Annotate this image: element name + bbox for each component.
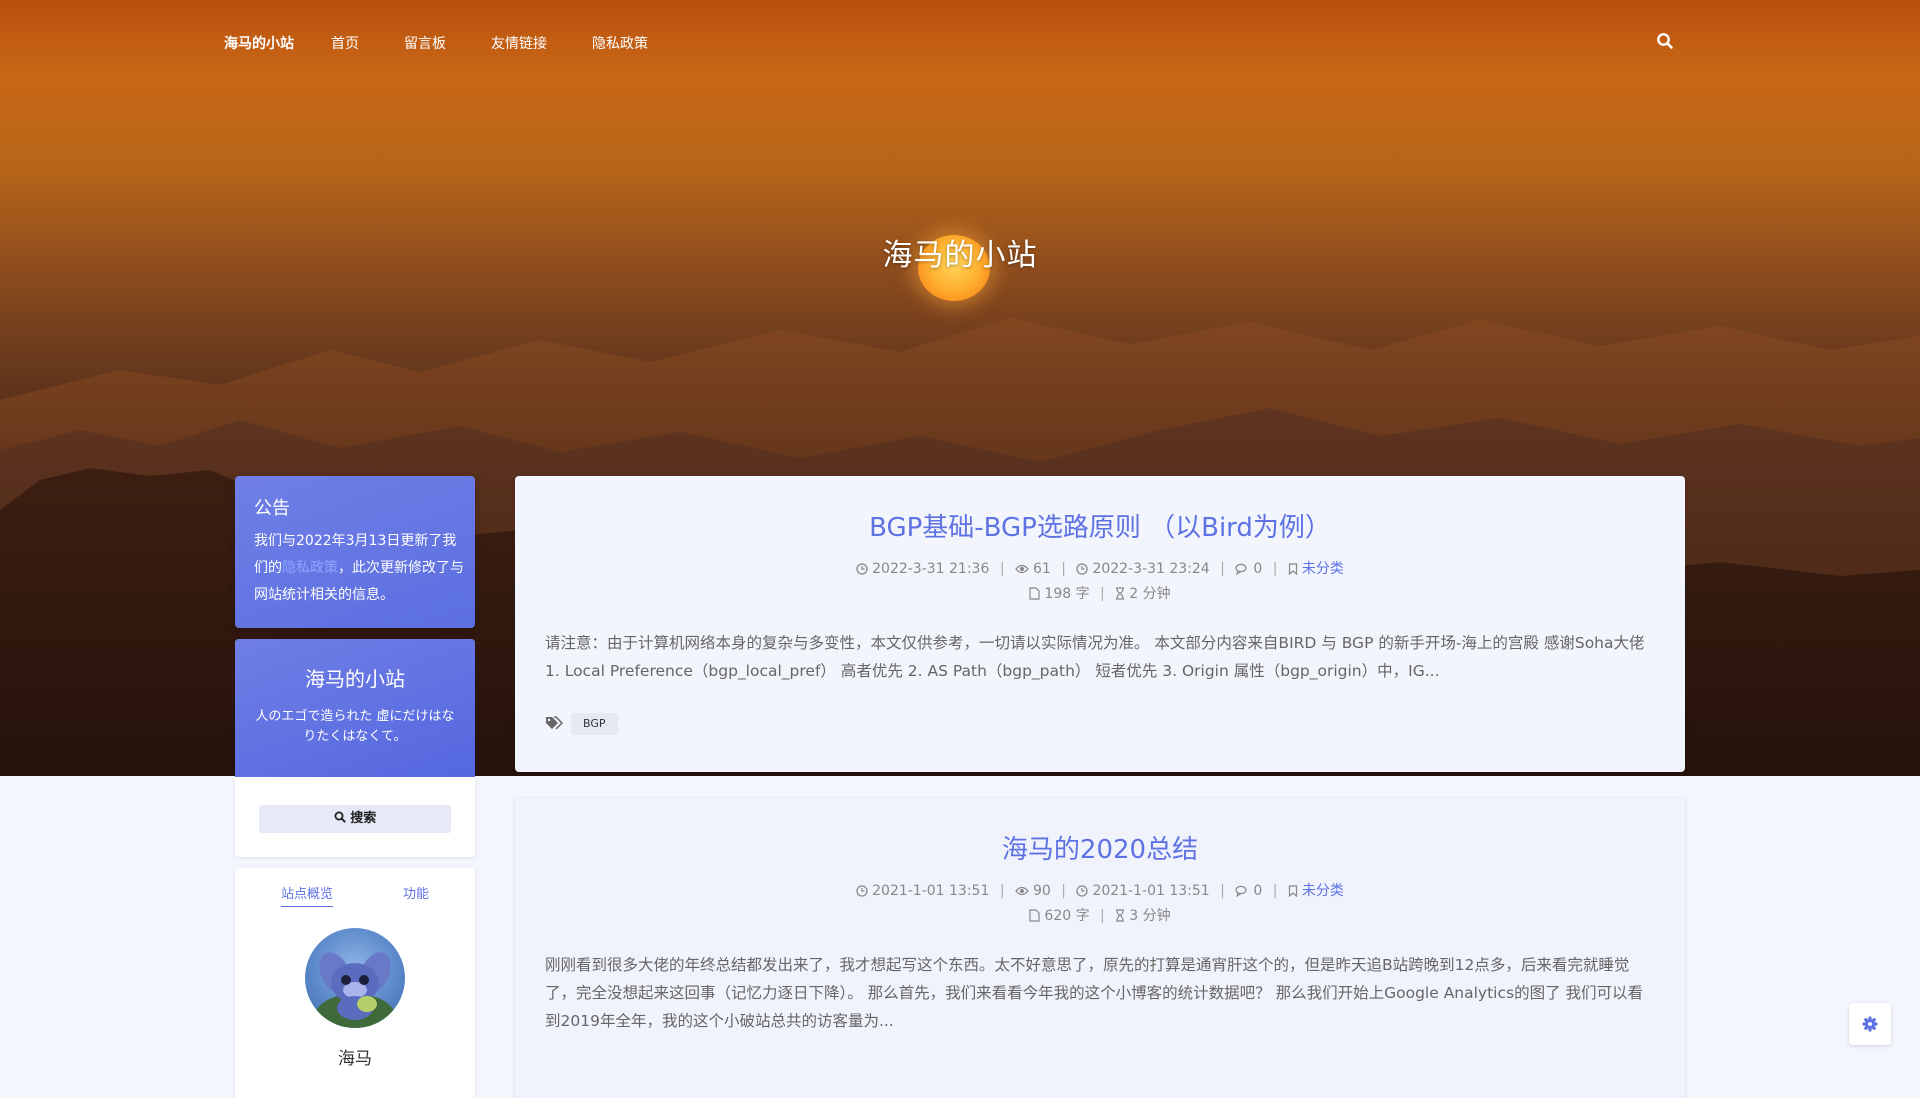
clock-icon [1076, 885, 1089, 897]
post-excerpt: 请注意：由于计算机网络本身的复杂与多变性，本文仅供参考，一切请以实际情况为准。 … [545, 634, 1645, 680]
nav-brand[interactable]: 海马的小站 [224, 33, 294, 53]
comment-icon [1235, 885, 1247, 898]
sidebar-search-button[interactable]: 搜索 [259, 805, 451, 833]
post-meta-line1: 2021-1-01 13:51 | 90 | 2021-1-01 13:51 |… [515, 880, 1685, 900]
post-card: BGP基础-BGP选路原则 （以Bird为例） 2022-3-31 21:36 … [515, 476, 1685, 772]
site-motto: 人のエゴで造られた 虚にだけはなりたくはなくて。 [255, 709, 455, 744]
top-navbar: 海马的小站 首页 留言板 友情链接 隐私政策 [0, 0, 1920, 86]
bookmark-icon [1288, 885, 1297, 898]
file-icon [1029, 587, 1041, 600]
search-icon [1657, 33, 1673, 49]
post-updated: 2022-3-31 23:24 [1092, 561, 1210, 577]
tab-features[interactable]: 功能 [403, 883, 429, 902]
post-meta-line2: 198 字 | 2 分钟 [515, 583, 1685, 603]
post-read-time: 2 分钟 [1129, 586, 1171, 602]
post-published: 2021-1-01 13:51 [872, 883, 990, 899]
post-views: 61 [1033, 561, 1051, 577]
post-word-count: 620 字 [1044, 908, 1090, 924]
privacy-policy-link[interactable]: 隐私政策 [282, 560, 338, 576]
post-meta-line2: 620 字 | 3 分钟 [515, 905, 1685, 925]
nav-search-button[interactable] [1656, 32, 1678, 54]
clock-icon [856, 885, 868, 897]
eye-icon [1015, 886, 1029, 896]
notice-card: 公告 我们与2022年3月13日更新了我们的隐私政策，此次更新修改了与网站统计相… [235, 476, 475, 628]
hourglass-icon [1116, 909, 1125, 922]
post-published: 2022-3-31 21:36 [872, 561, 990, 577]
nav-item-home[interactable]: 首页 [331, 33, 359, 53]
avatar [305, 928, 405, 1028]
settings-button[interactable] [1849, 1003, 1891, 1045]
tab-site-overview[interactable]: 站点概览 [281, 883, 334, 907]
file-icon [1029, 909, 1041, 922]
post-views: 90 [1033, 883, 1051, 899]
post-comments: 0 [1253, 561, 1263, 577]
tags-icon [546, 716, 563, 730]
eye-icon [1015, 564, 1029, 574]
post-title-link[interactable]: 海马的2020总结 [515, 829, 1685, 866]
nav-item-friend-links[interactable]: 友情链接 [491, 33, 547, 53]
search-icon [334, 811, 346, 823]
nav-item-guestbook[interactable]: 留言板 [404, 33, 446, 53]
site-overview-card: 站点概览 功能 海马 [235, 868, 475, 1098]
stitch-avatar-image [315, 952, 395, 1028]
author-name: 海马 [338, 1049, 372, 1069]
bookmark-icon [1288, 563, 1297, 576]
post-comments: 0 [1253, 883, 1263, 899]
post-updated: 2021-1-01 13:51 [1092, 883, 1210, 899]
post-read-time: 3 分钟 [1129, 908, 1171, 924]
post-category-link[interactable]: 未分类 [1302, 561, 1344, 577]
post-word-count: 198 字 [1044, 586, 1090, 602]
comment-icon [1235, 563, 1247, 576]
gear-icon [1862, 1016, 1878, 1032]
post-category-link[interactable]: 未分类 [1302, 883, 1344, 899]
hero-site-title: 海马的小站 [882, 238, 1038, 273]
site-name: 海马的小站 [305, 667, 405, 691]
site-info-header: 海马的小站 人のエゴで造られた 虚にだけはなりたくはなくて。 [235, 639, 475, 777]
clock-icon [856, 563, 868, 575]
post-card: 海马的2020总结 2021-1-01 13:51 | 90 | 2021-1-… [515, 798, 1685, 1098]
clock-icon [1076, 563, 1089, 575]
post-title-link[interactable]: BGP基础-BGP选路原则 （以Bird为例） [515, 507, 1685, 544]
notice-title: 公告 [254, 498, 290, 519]
post-meta-line1: 2022-3-31 21:36 | 61 | 2022-3-31 23:24 |… [515, 558, 1685, 578]
sidebar-search-label: 搜索 [350, 811, 377, 826]
site-info-card: 海马的小站 人のエゴで造られた 虚にだけはなりたくはなくて。 搜索 [235, 639, 475, 857]
tag-bgp[interactable]: BGP [571, 713, 618, 735]
nav-item-privacy[interactable]: 隐私政策 [592, 33, 648, 53]
hourglass-icon [1116, 587, 1125, 600]
post-excerpt: 刚刚看到很多大佬的年终总结都发出来了，我才想起写这个东西。太不好意思了，原先的打… [545, 956, 1644, 1030]
notice-body: 我们与2022年3月13日更新了我们的隐私政策，此次更新修改了与网站统计相关的信… [254, 528, 466, 609]
